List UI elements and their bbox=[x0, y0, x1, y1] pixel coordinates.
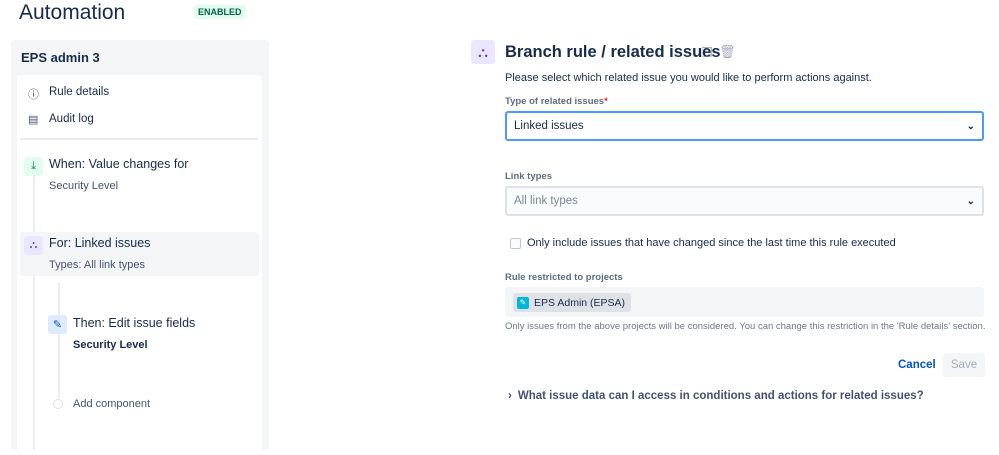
branch-title[interactable]: For: Linked issues bbox=[49, 236, 150, 250]
nav-audit-log[interactable]: Audit log bbox=[49, 113, 94, 125]
status-badge: ENABLED bbox=[194, 5, 246, 19]
type-label-text: Type of related issues bbox=[505, 96, 605, 107]
flow-line bbox=[33, 170, 35, 450]
faq-text: What issue data can I access in conditio… bbox=[517, 390, 924, 402]
nav-rule-details[interactable]: Rule details bbox=[49, 86, 109, 98]
save-button[interactable]: Save bbox=[943, 353, 985, 377]
trash-icon[interactable]: 🗑 bbox=[719, 44, 736, 60]
page-title: Automation bbox=[19, 1, 126, 24]
action-title[interactable]: Then: Edit issue fields bbox=[73, 316, 195, 330]
branch-detail: Types: All link types bbox=[49, 259, 145, 271]
divider bbox=[20, 138, 259, 140]
action-detail: Security Level bbox=[73, 339, 148, 351]
checkbox-label: Only include issues that have changed si… bbox=[527, 237, 896, 249]
pencil-icon: ✎ bbox=[48, 315, 67, 334]
changed-only-checkbox[interactable] bbox=[510, 238, 521, 249]
project-chip: ✎ EPS Admin (EPSA) bbox=[513, 293, 632, 312]
link-types-placeholder: All link types bbox=[514, 195, 578, 207]
chevron-down-icon: ⌄ bbox=[966, 195, 975, 207]
chevron-right-icon: › bbox=[508, 390, 512, 402]
trigger-detail: Security Level bbox=[49, 180, 119, 192]
projects-help: Only issues from the above projects will… bbox=[505, 321, 986, 332]
type-label: Type of related issues* bbox=[505, 96, 608, 107]
projects-label: Rule restricted to projects bbox=[505, 272, 623, 283]
trigger-title[interactable]: When: Value changes for bbox=[49, 157, 188, 171]
branch-flow-line bbox=[58, 283, 60, 398]
panel-title: Branch rule / related issues bbox=[505, 43, 721, 61]
link-types-select[interactable]: All link types ⌄ bbox=[505, 186, 984, 216]
branch-icon: ⛬ bbox=[471, 40, 495, 64]
trigger-icon: ⤓ bbox=[24, 157, 43, 176]
chevron-down-icon: ⌄ bbox=[966, 120, 975, 132]
required-mark: * bbox=[604, 96, 608, 107]
type-select[interactable]: Linked issues ⌄ bbox=[505, 111, 984, 141]
info-icon: ⓘ bbox=[28, 89, 39, 101]
link-types-label: Link types bbox=[505, 171, 552, 182]
type-select-value: Linked issues bbox=[514, 120, 584, 132]
cancel-button[interactable]: Cancel bbox=[898, 359, 936, 371]
add-component-button[interactable]: Add component bbox=[73, 398, 150, 410]
project-name: EPS Admin (EPSA) bbox=[534, 296, 626, 309]
add-circle-icon bbox=[53, 399, 63, 409]
project-icon: ✎ bbox=[517, 296, 529, 309]
copy-icon[interactable]: ❐ bbox=[701, 45, 713, 61]
faq-expander[interactable]: › What issue data can I access in conditi… bbox=[508, 390, 924, 402]
rule-name: EPS admin 3 bbox=[21, 50, 100, 65]
branch-icon: ⛬ bbox=[24, 236, 43, 255]
document-icon: ▤ bbox=[28, 114, 39, 126]
panel-description: Please select which related issue you wo… bbox=[505, 72, 872, 84]
